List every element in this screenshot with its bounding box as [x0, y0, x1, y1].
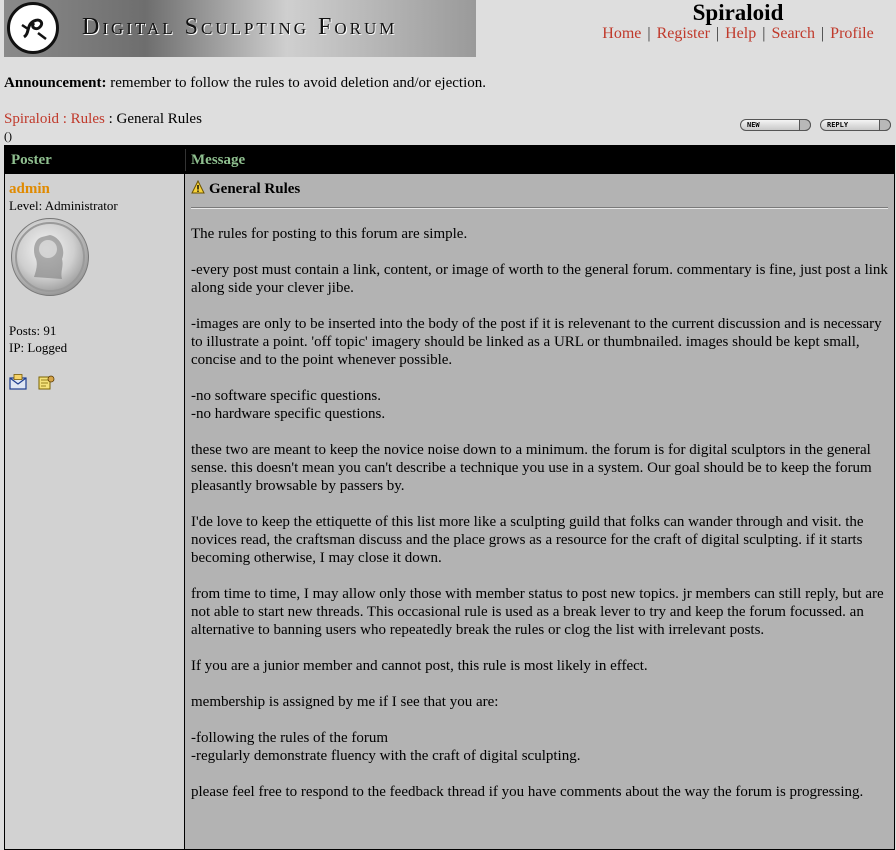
post-paragraph: -regularly demonstrate fluency with the …	[191, 748, 581, 764]
announcement-label: Announcement:	[4, 75, 107, 91]
nav-profile-link[interactable]: Profile	[830, 25, 874, 42]
post-paragraph: from time to time, I may allow only thos…	[191, 586, 884, 638]
post-paragraph: If you are a junior member and cannot po…	[191, 658, 648, 674]
post-title: General Rules	[209, 181, 301, 197]
breadcrumb-separator: :	[108, 111, 113, 127]
reply-label: REPLY	[827, 121, 849, 129]
email-icon[interactable]	[9, 374, 27, 390]
nav-home-link[interactable]: Home	[602, 25, 641, 42]
poster-level: Level: Administrator	[9, 198, 118, 213]
title-divider	[191, 207, 888, 209]
message-panel: General Rules The rules for posting to t…	[185, 174, 894, 849]
post-paragraph: -no software specific questions.	[191, 388, 381, 404]
post-paragraph: I'de love to keep the ettiquette of this…	[191, 514, 864, 566]
top-nav: Home | Register | Help | Search | Profil…	[560, 25, 896, 43]
breadcrumb-current: General Rules	[116, 111, 202, 127]
nav-register-link[interactable]: Register	[657, 25, 710, 42]
thread-table: Poster Message admin Level: Administrato…	[4, 145, 895, 850]
breadcrumb-root-link[interactable]: Spiraloid	[4, 111, 59, 127]
button-knob	[799, 119, 811, 131]
post-paragraph: -no hardware specific questions.	[191, 406, 386, 422]
nav-search-link[interactable]: Search	[771, 25, 815, 42]
banner-title: Digital Sculpting Forum	[82, 14, 398, 40]
empty-parenthesis: ()	[4, 129, 12, 143]
poster-column-header: Poster	[11, 152, 52, 168]
poster-info: admin Level: Administrator Posts: 91 IP:…	[5, 174, 185, 849]
forum-banner[interactable]: Digital Sculpting Forum	[4, 0, 476, 57]
post-paragraph: -every post must contain a link, content…	[191, 262, 888, 296]
nav-help-link[interactable]: Help	[725, 25, 756, 42]
header-divider	[185, 149, 186, 171]
table-header: Poster Message	[5, 146, 894, 175]
breadcrumb-separator: :	[62, 111, 67, 127]
warning-icon	[191, 179, 205, 194]
spiral-logo-icon	[7, 2, 59, 54]
message-column-header: Message	[191, 152, 246, 168]
post-paragraph: membership is assigned by me if I see th…	[191, 694, 499, 710]
announcement: Announcement: remember to follow the rul…	[4, 75, 486, 92]
announcement-text: remember to follow the rules to avoid de…	[110, 75, 486, 91]
reply-button[interactable]: REPLY	[820, 119, 891, 131]
new-topic-button[interactable]: NEW	[740, 119, 811, 131]
nav-separator: |	[820, 25, 825, 42]
post-paragraph: please feel free to respond to the feedb…	[191, 784, 864, 800]
poster-name-link[interactable]: admin	[9, 181, 50, 198]
poster-post-count: Posts: 91	[9, 323, 57, 338]
nav-separator: |	[762, 25, 766, 42]
nav-separator: |	[715, 25, 720, 42]
avatar	[11, 218, 89, 296]
breadcrumb-forum-link[interactable]: Rules	[71, 111, 105, 127]
poster-ip: IP: Logged	[9, 340, 68, 355]
breadcrumb: Spiraloid : Rules : General Rules	[4, 111, 202, 128]
site-title: Spiraloid	[692, 0, 784, 25]
post-paragraph: The rules for posting to this forum are …	[191, 226, 468, 242]
nav-separator: |	[647, 25, 651, 42]
button-knob	[879, 119, 891, 131]
post-paragraph: -following the rules of the forum	[191, 730, 389, 746]
post-body: The rules for posting to this forum are …	[191, 225, 891, 819]
post-paragraph: -images are only to be inserted into the…	[191, 316, 882, 368]
new-topic-label: NEW	[747, 121, 760, 129]
post-paragraph: these two are meant to keep the novice n…	[191, 442, 872, 494]
profile-icon[interactable]	[37, 374, 55, 390]
